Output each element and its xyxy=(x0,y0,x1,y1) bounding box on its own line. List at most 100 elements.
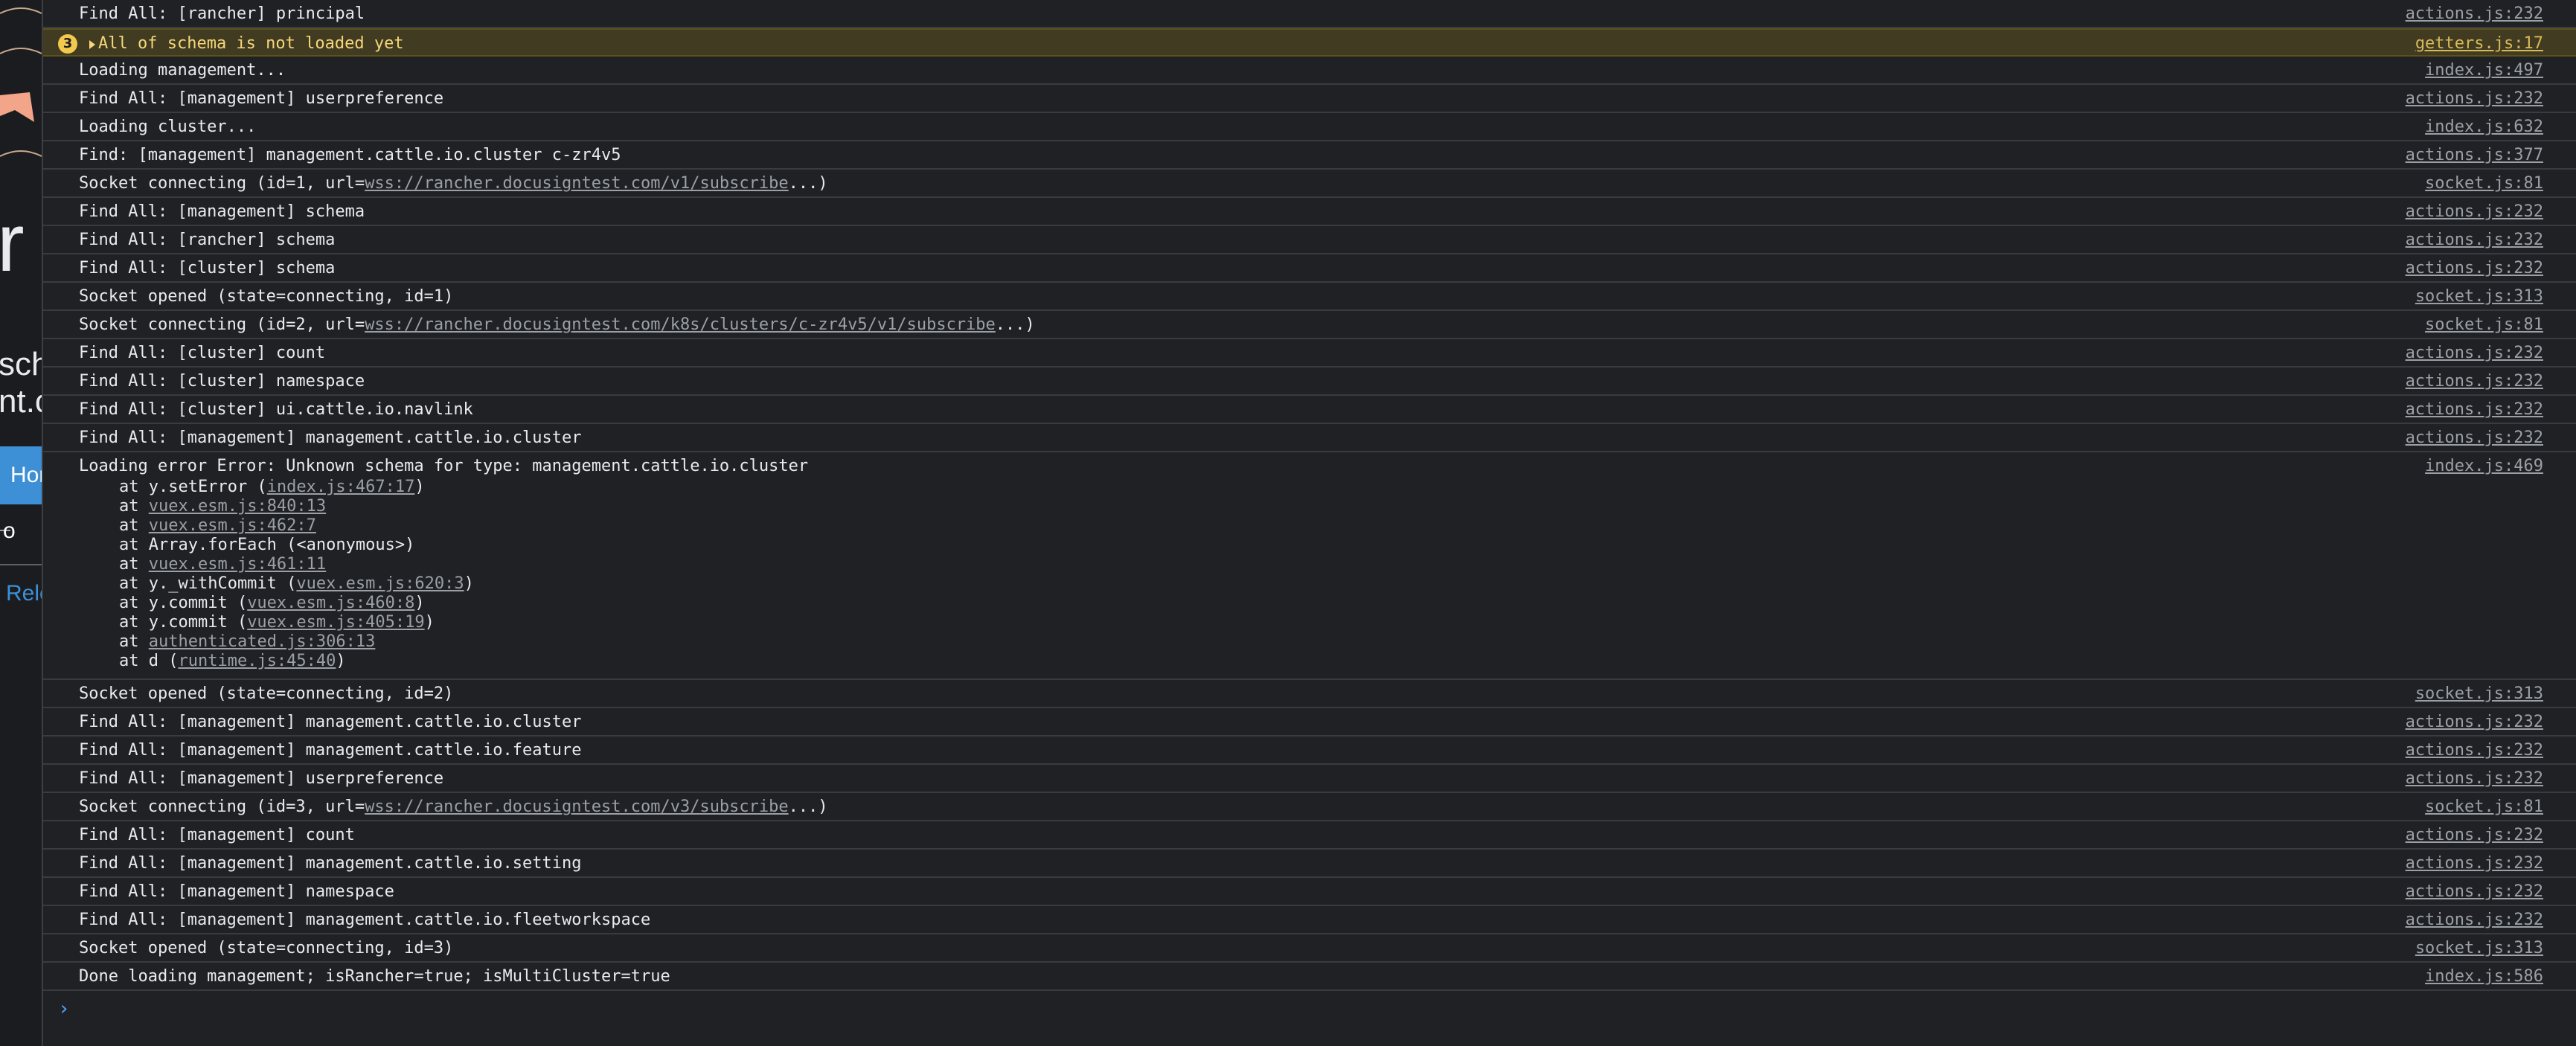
console-prompt-icon[interactable]: › xyxy=(58,994,70,1024)
console-source-link[interactable]: actions.js:232 xyxy=(2406,256,2543,281)
stack-frame-link[interactable]: vuex.esm.js:460:8 xyxy=(247,594,414,612)
console-source-link[interactable]: socket.js:313 xyxy=(2415,681,2543,707)
message-text: Find All: [management] schema xyxy=(79,202,365,221)
console-message: Find All: [management] management.cattle… xyxy=(79,426,582,451)
console-source-link[interactable]: socket.js:313 xyxy=(2415,284,2543,309)
stack-trace-line: at y.commit (vuex.esm.js:460:8) xyxy=(119,594,425,613)
console-source-link[interactable]: index.js:469 xyxy=(2425,454,2543,479)
console-row: Find All: [management] management.cattle… xyxy=(43,424,2576,452)
message-text: Find All: [management] namespace xyxy=(79,882,394,901)
console-row: Find All: [management] management.cattle… xyxy=(43,906,2576,934)
stack-trace-line: at y.setError (index.js:467:17) xyxy=(119,478,425,497)
console-row: Find All: [cluster] count actions.js:232 xyxy=(43,339,2576,368)
console-row: Loading management... index.js:497 xyxy=(43,57,2576,85)
console-row: Find: [management] management.cattle.io.… xyxy=(43,141,2576,170)
message-text: Find All: [management] management.cattle… xyxy=(79,854,582,873)
stack-frame-link[interactable]: vuex.esm.js:461:11 xyxy=(149,555,326,574)
console-message: Socket connecting (id=2, url=wss://ranch… xyxy=(79,312,1035,338)
console-source-link[interactable]: actions.js:232 xyxy=(2406,879,2543,905)
console-source-link[interactable]: index.js:632 xyxy=(2425,115,2543,140)
stack-frame-link[interactable]: authenticated.js:306:13 xyxy=(149,632,376,651)
console-message: Find All: [rancher] schema xyxy=(79,228,335,253)
message-text: Socket connecting (id=2, url= xyxy=(79,315,365,334)
console-message: Find All: [management] count xyxy=(79,823,355,848)
console-source-link[interactable]: index.js:586 xyxy=(2425,964,2543,989)
console-source-link[interactable]: actions.js:232 xyxy=(2406,908,2543,933)
console-row: Socket opened (state=connecting, id=1) so… xyxy=(43,283,2576,311)
message-text: Find All: [management] management.cattle… xyxy=(79,429,582,447)
console-source-link[interactable]: index.js:497 xyxy=(2425,58,2543,83)
console-source-link[interactable]: actions.js:232 xyxy=(2406,1,2543,27)
console-row: Find All: [management] userpreference act… xyxy=(43,765,2576,793)
devtools-console-panel: Find All: [rancher] principal actions.js:… xyxy=(42,0,2576,1046)
console-source-link[interactable]: actions.js:232 xyxy=(2406,397,2543,423)
stack-frame-suffix: ) xyxy=(414,478,425,496)
console-source-link[interactable]: getters.js:17 xyxy=(2415,31,2543,57)
console-source-link[interactable]: actions.js:232 xyxy=(2406,426,2543,451)
console-row: Socket opened (state=connecting, id=3) so… xyxy=(43,934,2576,963)
console-row: Find All: [management] management.cattle… xyxy=(43,737,2576,765)
message-text: Socket opened (state=connecting, id=3) xyxy=(79,939,454,957)
console-row: Find All: [management] management.cattle… xyxy=(43,708,2576,737)
stack-frame-text: at y.setError ( xyxy=(119,478,267,496)
stack-frame-suffix: ) xyxy=(414,594,425,612)
stack-frame-text: at xyxy=(119,516,149,535)
message-text: Find All: [cluster] ui.cattle.io.navlink xyxy=(79,400,473,419)
console-row: Find All: [cluster] namespace actions.js:… xyxy=(43,368,2576,396)
console-source-link[interactable]: socket.js:81 xyxy=(2425,171,2543,196)
console-source-link[interactable]: socket.js:81 xyxy=(2425,312,2543,338)
console-warning-row[interactable]: 3 All of schema is not loaded yet getters.… xyxy=(43,28,2576,57)
console-source-link[interactable]: actions.js:232 xyxy=(2406,228,2543,253)
message-url-link[interactable]: wss://rancher.docusigntest.com/v3/subscr… xyxy=(365,798,789,816)
console-source-link[interactable]: actions.js:232 xyxy=(2406,199,2543,225)
error-message: Loading error Error: Unknown schema for … xyxy=(79,457,809,475)
console-message: Socket opened (state=connecting, id=1) xyxy=(79,284,453,309)
console-row: Find All: [management] userpreference act… xyxy=(43,85,2576,113)
console-source-link[interactable]: socket.js:81 xyxy=(2425,795,2543,820)
stack-frame-text: at Array.forEach (<anonymous>) xyxy=(119,536,415,554)
message-text: Socket connecting (id=3, url= xyxy=(79,798,365,816)
console-message: Socket connecting (id=1, url=wss://ranch… xyxy=(79,171,828,196)
stack-frame-text: at y.commit ( xyxy=(119,594,248,612)
stack-frame-link[interactable]: vuex.esm.js:620:3 xyxy=(296,574,464,593)
stack-frame-link[interactable]: runtime.js:45:40 xyxy=(178,652,336,670)
stack-frame-link[interactable]: vuex.esm.js:840:13 xyxy=(149,497,326,516)
message-url-link[interactable]: wss://rancher.docusigntest.com/v1/subscr… xyxy=(365,174,789,193)
stack-trace-line: at authenticated.js:306:13 xyxy=(119,632,375,652)
console-message: Loading cluster... xyxy=(79,115,256,140)
message-text: Find All: [management] management.cattle… xyxy=(79,911,651,929)
console-source-link[interactable]: actions.js:232 xyxy=(2406,851,2543,876)
background-divider xyxy=(0,564,42,565)
stack-frame-text: at y.commit ( xyxy=(119,613,248,632)
console-row: Socket connecting (id=3, url=wss://ranch… xyxy=(43,793,2576,821)
console-source-link[interactable]: actions.js:232 xyxy=(2406,738,2543,763)
stack-frame-link[interactable]: vuex.esm.js:462:7 xyxy=(149,516,316,535)
background-reload-link[interactable]: Relo xyxy=(6,579,42,609)
expand-triangle-icon[interactable] xyxy=(89,40,95,49)
console-source-link[interactable]: actions.js:377 xyxy=(2406,143,2543,168)
background-text-line2: nt.c xyxy=(0,383,42,420)
message-suffix: ...) xyxy=(788,174,828,193)
background-heading: r xyxy=(0,197,25,289)
background-home-button[interactable]: Hon xyxy=(0,446,42,504)
stack-frame-link[interactable]: index.js:467:17 xyxy=(267,478,415,496)
console-source-link[interactable]: actions.js:232 xyxy=(2406,369,2543,394)
console-source-link[interactable]: actions.js:232 xyxy=(2406,766,2543,792)
message-text: Find All: [management] userpreference xyxy=(79,769,444,788)
stack-trace-line: at vuex.esm.js:462:7 xyxy=(119,516,316,536)
message-text: Done loading management; isRancher=true;… xyxy=(79,967,670,986)
console-source-link[interactable]: actions.js:232 xyxy=(2406,86,2543,112)
console-message: Find All: [rancher] principal xyxy=(79,1,365,27)
console-source-link[interactable]: actions.js:232 xyxy=(2406,341,2543,366)
console-source-link[interactable]: actions.js:232 xyxy=(2406,710,2543,735)
console-message: Find All: [management] userpreference xyxy=(79,766,443,792)
console-source-link[interactable]: socket.js:313 xyxy=(2415,936,2543,961)
console-row: Socket connecting (id=2, url=wss://ranch… xyxy=(43,311,2576,339)
stack-frame-text: at xyxy=(119,555,149,574)
stack-frame-link[interactable]: vuex.esm.js:405:19 xyxy=(247,613,424,632)
message-text: Find All: [rancher] principal xyxy=(79,4,365,23)
message-url-link[interactable]: wss://rancher.docusigntest.com/k8s/clust… xyxy=(365,315,996,334)
stack-trace-line: at d (runtime.js:45:40) xyxy=(119,652,346,671)
console-source-link[interactable]: actions.js:232 xyxy=(2406,823,2543,848)
message-text: Find All: [rancher] schema xyxy=(79,231,336,249)
